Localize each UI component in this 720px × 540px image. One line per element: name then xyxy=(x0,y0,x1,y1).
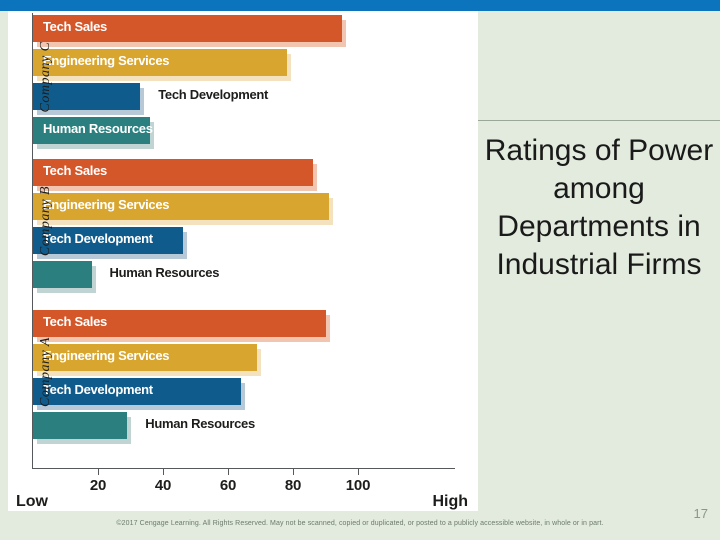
copyright-notice: ©2017 Cengage Learning. All Rights Reser… xyxy=(116,520,604,527)
bar-label: Human Resources xyxy=(109,265,220,280)
bar-label: Tech Development xyxy=(43,382,153,397)
x-axis-tick-label: 20 xyxy=(89,477,107,494)
bar-label: Human Resources xyxy=(43,121,153,136)
slide-accent-bar xyxy=(0,0,720,11)
category-label: Company A xyxy=(38,337,53,407)
group-separator xyxy=(33,155,453,156)
x-axis-tick xyxy=(293,468,294,475)
bar-item: Engineering Services xyxy=(33,344,265,376)
x-axis-tick xyxy=(163,468,164,475)
x-axis-tick-label: 100 xyxy=(345,477,371,494)
page-title: Ratings of Power among Departments in In… xyxy=(484,134,714,281)
slide-body: 20 40 60 80 100 Tech Sales Engineering Servic… xyxy=(0,11,720,540)
chart-figure: 20 40 60 80 100 Tech Sales Engineering Servic… xyxy=(8,11,478,511)
bar-label: Tech Development xyxy=(43,231,153,246)
category-label: Company B xyxy=(38,185,53,257)
page-number: 17 xyxy=(693,506,708,521)
x-axis-tick xyxy=(228,468,229,475)
axis-caption-high-line1: High xyxy=(432,493,468,510)
category-label: Company C xyxy=(38,41,53,113)
axis-caption-low-line2: Power xyxy=(16,510,64,511)
bar-label: Engineering Services xyxy=(43,53,170,68)
x-axis-tick-label: 80 xyxy=(284,477,302,494)
x-axis-tick-label: 40 xyxy=(154,477,172,494)
axis-caption-low: Low Power xyxy=(16,493,64,511)
bar-label: Tech Development xyxy=(158,87,269,102)
bar-label: Engineering Services xyxy=(43,197,170,212)
bar-item: Tech Sales xyxy=(33,159,321,191)
x-axis-tick xyxy=(358,468,359,475)
group-separator xyxy=(33,299,453,300)
bar-label: Human Resources xyxy=(145,416,255,431)
bar-item: Engineering Services xyxy=(33,193,337,225)
x-axis-tick-label: 60 xyxy=(219,477,237,494)
bar-label: Engineering Services xyxy=(43,348,170,363)
bar-item: Tech Sales xyxy=(33,310,334,342)
bar-item: Engineering Services xyxy=(33,49,295,81)
axis-caption-low-line1: Low xyxy=(16,493,48,510)
bar-item: Tech Development xyxy=(33,378,249,410)
bar-item: Tech Sales xyxy=(33,15,350,47)
axis-caption-high-line2: Power xyxy=(420,510,468,511)
bar-item: Tech Development xyxy=(33,227,191,259)
axis-caption-high: High Power xyxy=(420,493,468,511)
x-axis-line xyxy=(32,468,455,469)
plot-area: 20 40 60 80 100 Tech Sales Engineering Servic… xyxy=(8,11,478,494)
x-axis-tick xyxy=(98,468,99,475)
